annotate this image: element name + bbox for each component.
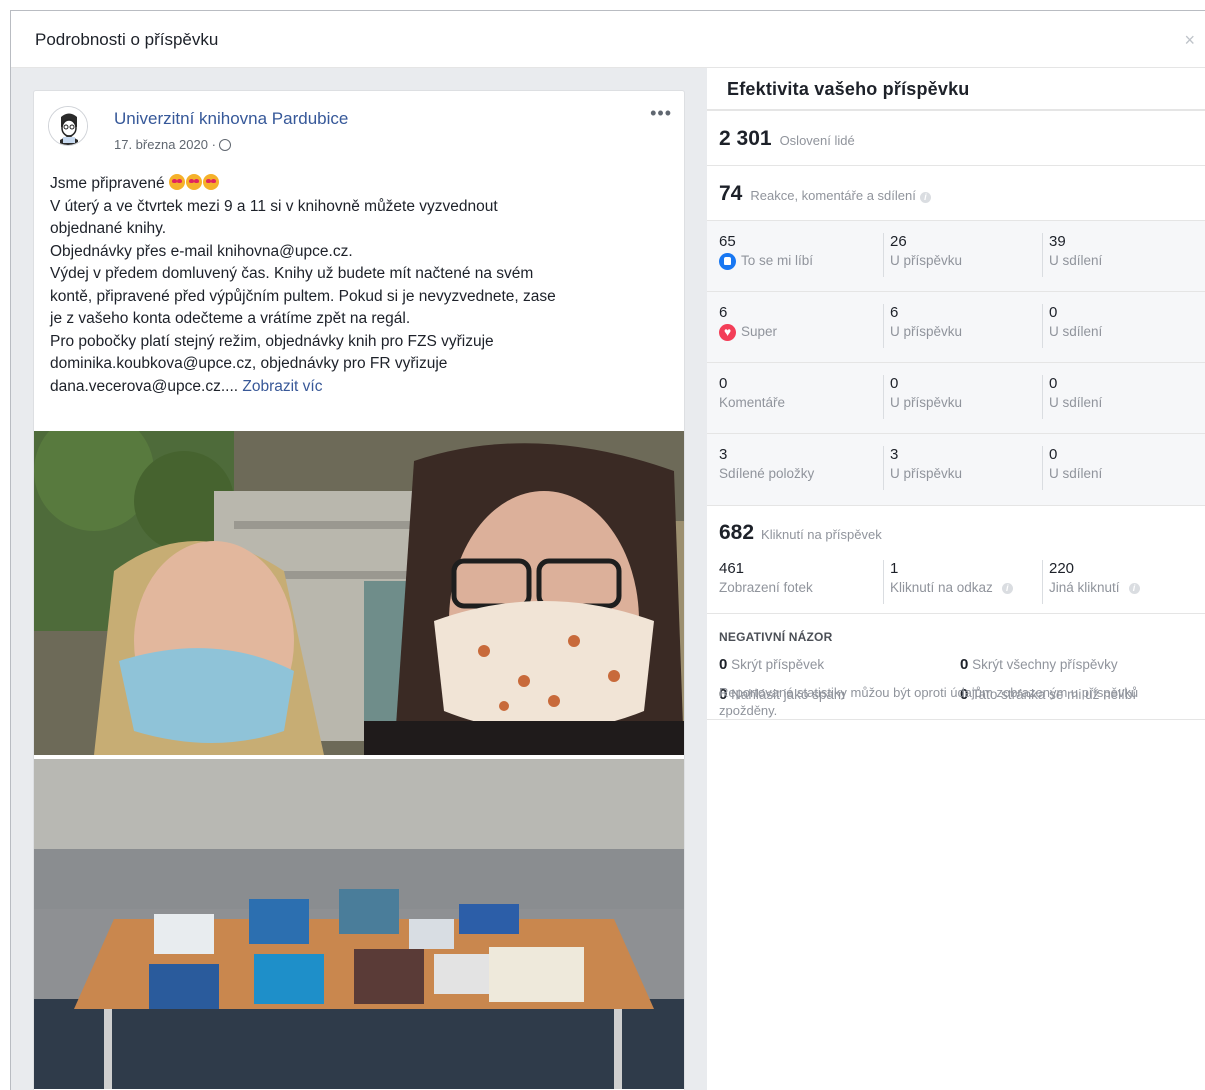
post-clicks-block: 682 Kliknutí na příspěvek 461 Zobrazení … — [707, 506, 1205, 614]
reach-label: Oslovení lidé — [779, 133, 855, 148]
post-card: Univerzitní knihovna Pardubice 17. březn… — [33, 90, 685, 1090]
stats-delay-footnote: Reportované statistiky můžou být oproti … — [719, 685, 1139, 718]
photo-views-cell: 461 Zobrazení fotek — [719, 560, 813, 595]
shares-total: 3 — [719, 446, 728, 463]
likes-label: To se mi líbí — [741, 253, 814, 268]
love-on-share-cell: 0 U sdílení — [1042, 304, 1102, 348]
likes-total-cell: 65 To se mi líbí — [719, 233, 813, 270]
post-photo-books[interactable] — [34, 759, 684, 1089]
comments-total: 0 — [719, 375, 728, 392]
page-name-link[interactable]: Univerzitní knihovna Pardubice — [114, 109, 348, 129]
info-icon[interactable]: i — [1001, 582, 1013, 594]
link-clicks-cell: 1 Kliknutí na odkaz i — [883, 560, 1013, 604]
post-line: V úterý a ve čtvrtek mezi 9 a 11 si v kn… — [50, 197, 498, 215]
dialog-title: Podrobnosti o příspěvku — [35, 30, 219, 49]
love-icon — [719, 323, 736, 341]
comments-row: 0 Komentáře 0 U příspěvku 0 U sdílení — [707, 363, 1205, 434]
page-avatar[interactable] — [48, 106, 88, 146]
post-line: je z vašeho konta odečteme a vrátíme zpě… — [50, 310, 411, 327]
info-icon[interactable]: i — [1128, 582, 1140, 594]
heart-eyes-emoji-icon — [202, 174, 219, 190]
shares-total-cell: 3 Sdílené položky — [719, 446, 814, 483]
post-date-text: 17. března 2020 · — [114, 137, 216, 152]
negative-feedback-title: NEGATIVNÍ NÁZOR — [719, 630, 833, 644]
post-header: Univerzitní knihovna Pardubice 17. březn… — [34, 91, 684, 153]
more-options-icon[interactable]: ••• — [650, 103, 672, 124]
likes-on-post-cell: 26 U příspěvku — [883, 233, 962, 277]
close-icon[interactable]: × — [1184, 30, 1195, 51]
hide-all-posts-stat: 0 Skrýt všechny příspěvky — [960, 656, 1118, 673]
engagement-breakdown: 65 To se mi líbí 26 U příspěvku 39 U sdí… — [707, 221, 1205, 506]
insights-pane: Efektivita vašeho příspěvku 2 301 Oslove… — [707, 68, 1205, 1090]
post-clicks-label: Kliknutí na příspěvek — [761, 527, 882, 542]
post-clicks-value: 682 — [719, 521, 755, 544]
love-label: Super — [741, 324, 778, 339]
comments-label: Komentáře — [719, 395, 786, 410]
love-total-cell: 6 Super — [719, 304, 777, 341]
engagement-row: 74 Reakce, komentáře a sdílení i — [707, 166, 1205, 221]
engagement-value: 74 — [719, 182, 743, 205]
likes-row: 65 To se mi líbí 26 U příspěvku 39 U sdí… — [707, 221, 1205, 292]
post-photo-selfie[interactable] — [34, 431, 684, 755]
comments-on-post-cell: 0 U příspěvku — [883, 375, 962, 419]
shares-on-share-cell: 0 U sdílení — [1042, 446, 1102, 490]
post-line: Objednávky přes e-mail knihovna@upce.cz. — [50, 242, 353, 260]
love-total: 6 — [719, 304, 728, 321]
likes-total: 65 — [719, 233, 736, 250]
post-preview-pane: Univerzitní knihovna Pardubice 17. březn… — [11, 68, 707, 1090]
post-line: objednané knihy. — [50, 220, 167, 237]
insights-title: Efektivita vašeho příspěvku — [707, 68, 1205, 111]
reach-row: 2 301 Oslovení lidé — [707, 111, 1205, 166]
post-line: dominika.koubkova@upce.cz, objednávky pr… — [50, 355, 448, 372]
hide-post-stat: 0 Skrýt příspěvek — [719, 656, 825, 673]
comments-on-share-cell: 0 U sdílení — [1042, 375, 1102, 419]
see-more-link[interactable]: Zobrazit víc — [242, 378, 322, 395]
love-row: 6 Super 6 U příspěvku 0 U sdílení — [707, 292, 1205, 363]
other-clicks-cell: 220 Jiná kliknutí i — [1042, 560, 1140, 604]
reach-value: 2 301 — [719, 127, 772, 150]
love-on-post-cell: 6 U příspěvku — [883, 304, 962, 348]
likes-on-share-cell: 39 U sdílení — [1042, 233, 1102, 277]
post-line: kontě, připravené před výpůjčním pultem.… — [50, 287, 556, 305]
post-line: Pro pobočky platí stejný režim, objednáv… — [50, 332, 494, 350]
heart-eyes-emoji-icon — [185, 174, 202, 190]
post-date: 17. března 2020 · — [114, 137, 231, 152]
post-line: Jsme připravené — [50, 173, 670, 196]
dialog-header: Podrobnosti o příspěvku × — [11, 11, 1205, 68]
shares-on-post-cell: 3 U příspěvku — [883, 446, 962, 490]
engagement-label: Reakce, komentáře a sdílení i — [750, 188, 931, 203]
post-line: Výdej v předem domluvený čas. Knihy už b… — [50, 265, 534, 282]
like-icon — [719, 252, 736, 270]
info-icon[interactable]: i — [919, 192, 931, 203]
heart-eyes-emoji-icon — [168, 174, 185, 190]
post-text: Jsme připravené V úterý a ve čtvrtek mez… — [50, 173, 670, 398]
shares-row: 3 Sdílené položky 3 U příspěvku 0 U sdíl… — [707, 434, 1205, 505]
globe-icon — [218, 138, 231, 151]
comments-total-cell: 0 Komentáře — [719, 375, 785, 412]
post-line: dana.vecerova@upce.cz.... Zobrazit víc — [50, 377, 323, 395]
post-details-dialog: Podrobnosti o příspěvku × Univerzitní kn… — [10, 10, 1205, 1090]
shares-label: Sdílené položky — [719, 466, 815, 481]
